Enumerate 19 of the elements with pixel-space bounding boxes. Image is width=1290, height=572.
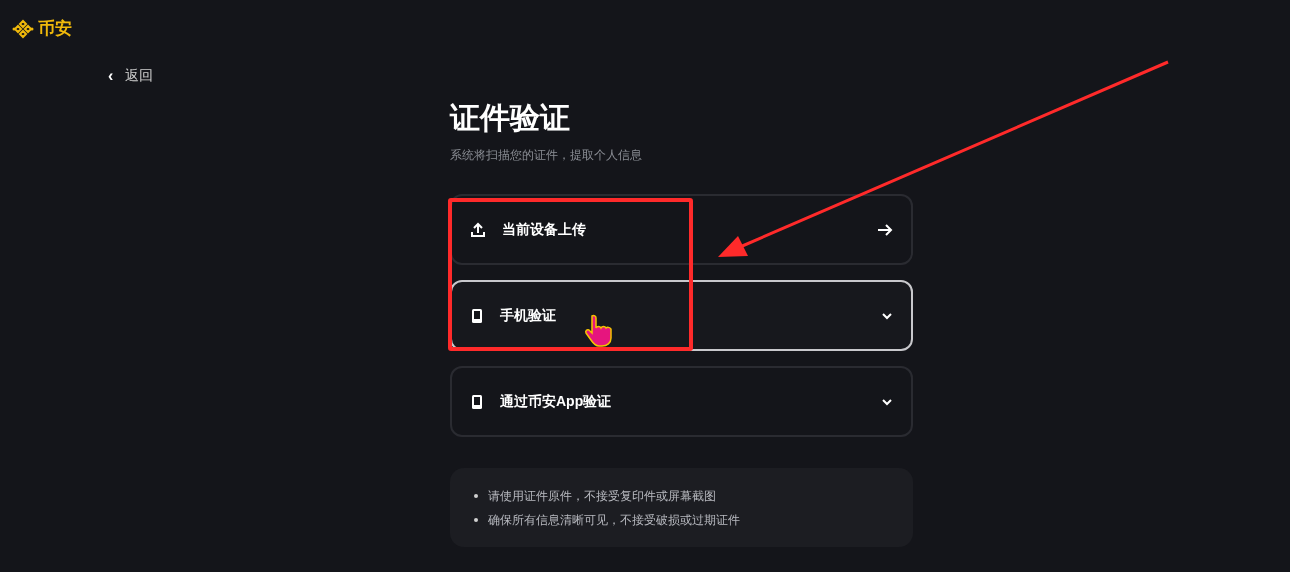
- chevron-down-icon: [881, 311, 893, 320]
- back-icon[interactable]: ‹: [108, 63, 114, 88]
- option-card[interactable]: 手机验证: [450, 280, 913, 351]
- arrow-right-icon: [877, 222, 893, 237]
- phone-icon: [470, 307, 484, 324]
- chevron-down-icon: [881, 397, 893, 406]
- logo-text: 币安: [38, 18, 72, 40]
- tip-text: 确保所有信息清晰可见，不接受破损或过期证件: [488, 511, 740, 529]
- upload-icon: [470, 221, 486, 238]
- back-link[interactable]: 返回: [125, 65, 154, 86]
- page-title: 证件验证: [450, 100, 571, 136]
- phone-icon: [470, 393, 484, 410]
- option-label: 当前设备上传: [502, 220, 587, 239]
- option-card[interactable]: 通过币安App验证: [450, 366, 913, 437]
- subtitle: 系统将扫描您的证件，提取个人信息: [450, 147, 643, 164]
- logo-icon: [12, 17, 34, 40]
- option-label: 通过币安App验证: [500, 392, 613, 411]
- option-label: 手机验证: [500, 306, 557, 325]
- tip-text: 请使用证件原件，不接受复印件或屏幕截图: [488, 487, 716, 505]
